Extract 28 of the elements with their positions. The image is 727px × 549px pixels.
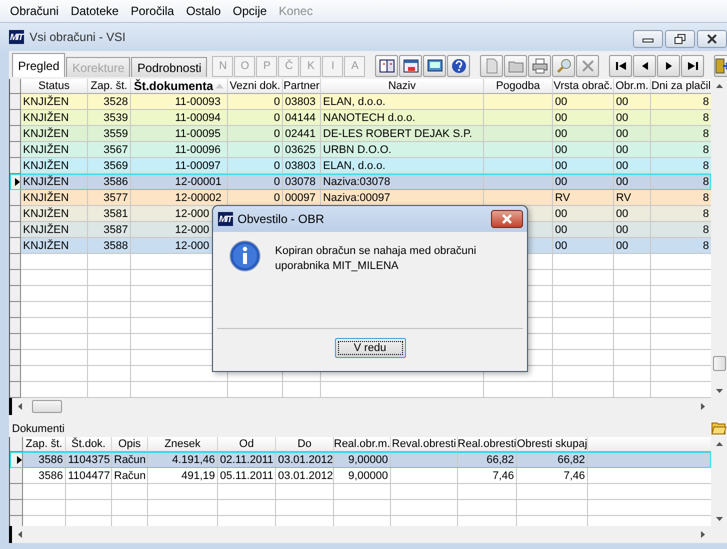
table-cell: 9,00000 bbox=[334, 452, 391, 468]
table-cell: 03.01.2012 bbox=[276, 468, 334, 484]
table-cell: 00 bbox=[553, 238, 614, 254]
logo-icon: MIT bbox=[9, 30, 24, 44]
dialog-message: Kopiran obračun se nahaja med obračuni uporabnika MIT_MILENA bbox=[275, 244, 478, 274]
table-cell: 00 bbox=[614, 238, 651, 254]
table-cell: 3586 bbox=[23, 468, 66, 484]
table-cell: 3588 bbox=[88, 238, 131, 254]
window-title: Vsi obračuni - VSI bbox=[30, 30, 127, 44]
table-cell: 1104477 bbox=[66, 468, 112, 484]
dialog-title: Obvestilo - OBR bbox=[238, 212, 326, 226]
table-cell: 66,82 bbox=[458, 452, 517, 468]
table-cell: 66,82 bbox=[517, 452, 588, 468]
section-label: Dokumenti bbox=[11, 423, 65, 436]
table-cell: 02.11.2011 bbox=[218, 452, 276, 468]
table-cell: 9,00000 bbox=[334, 468, 391, 484]
table-cell: 7,46 bbox=[517, 468, 588, 484]
table-cell: 491,19 bbox=[148, 468, 218, 484]
table-cell: 3586 bbox=[23, 452, 66, 468]
table-cell: 7,46 bbox=[458, 468, 517, 484]
table-cell: 05.11.2011 bbox=[218, 468, 276, 484]
table-cell: Račun bbox=[112, 452, 148, 468]
table-cell: KNJIŽEN bbox=[21, 238, 88, 254]
table-cell: 03.01.2012 bbox=[276, 452, 334, 468]
table-cell: Račun bbox=[112, 468, 148, 484]
table-cell: 1104375 bbox=[66, 452, 112, 468]
table-cell: 4.191,46 bbox=[148, 452, 218, 468]
logo-icon: MIT bbox=[218, 212, 232, 226]
